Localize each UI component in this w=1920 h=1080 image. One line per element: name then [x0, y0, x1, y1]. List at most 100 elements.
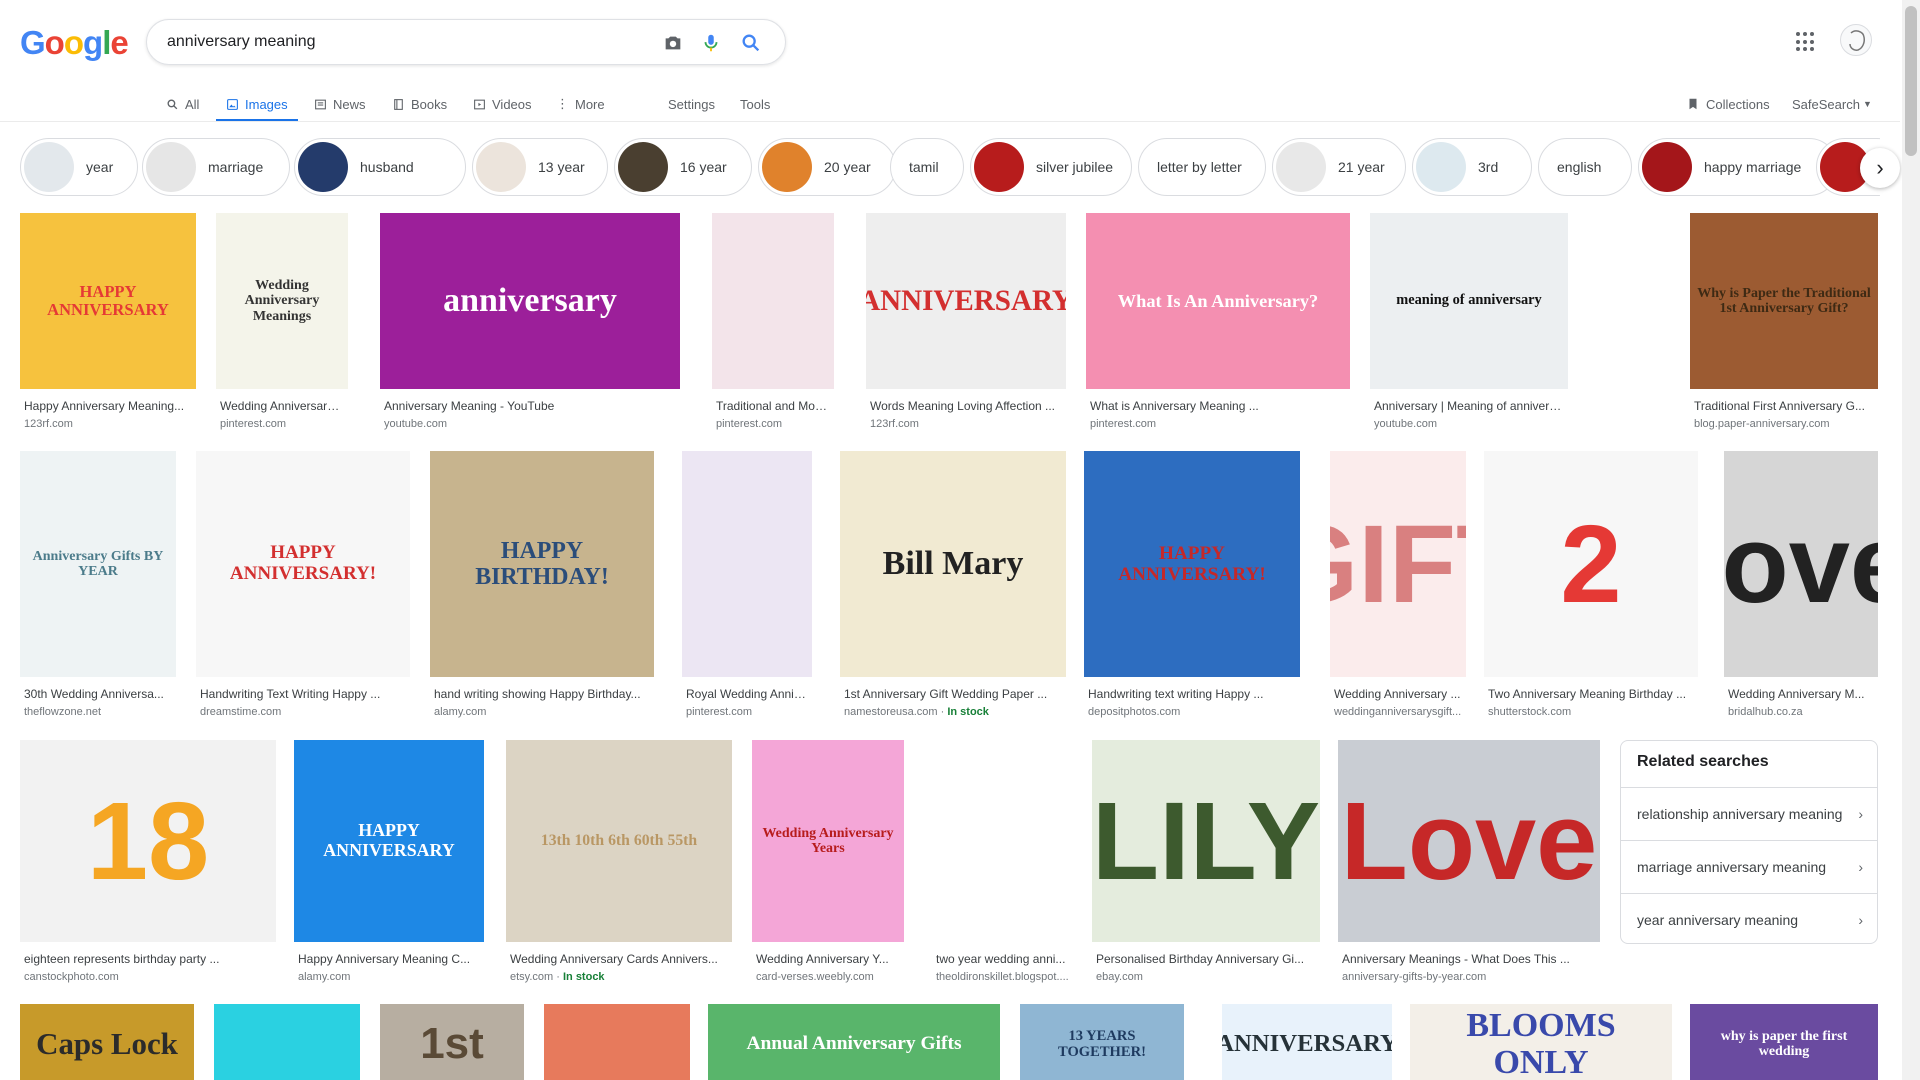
chip-label: year	[86, 159, 114, 175]
result-title[interactable]: What is Anniversary Meaning ...	[1090, 399, 1346, 413]
result-thumbnail[interactable]: Love	[1338, 740, 1600, 942]
result-title[interactable]: Traditional and Moder...	[716, 399, 830, 413]
chip[interactable]: letter by letter	[1138, 138, 1266, 196]
result-thumbnail[interactable]	[544, 1004, 690, 1080]
google-logo[interactable]: Google	[20, 24, 129, 62]
result-title[interactable]: Wedding Anniversary Cards Annivers...	[510, 952, 728, 966]
google-images-page: Google All Images News	[0, 0, 1920, 1080]
chip[interactable]: 13 year	[472, 138, 608, 196]
settings-link[interactable]: Settings	[668, 86, 715, 122]
chip[interactable]: english	[1538, 138, 1632, 196]
chip[interactable]: marriage	[142, 138, 290, 196]
chip[interactable]: 20 year	[758, 138, 896, 196]
result-title[interactable]: Happy Anniversary Meaning C...	[298, 952, 480, 966]
result-title[interactable]: hand writing showing Happy Birthday...	[434, 687, 650, 701]
search-input[interactable]	[167, 30, 627, 54]
search-icon	[167, 98, 178, 109]
collections-link[interactable]: Collections	[1686, 86, 1770, 122]
result-thumbnail[interactable]: anniversary	[380, 213, 680, 389]
result-thumbnail[interactable]: meaning of anniversary	[1370, 213, 1568, 389]
scrollbar-track[interactable]	[1902, 0, 1920, 1080]
tab-more[interactable]: ⋮ More	[556, 86, 605, 122]
result-thumbnail[interactable]: HAPPY BIRTHDAY!	[430, 451, 654, 677]
chip[interactable]: 16 year	[614, 138, 752, 196]
tab-books[interactable]: Books	[392, 86, 447, 122]
tab-images[interactable]: Images	[216, 86, 298, 122]
result-thumbnail[interactable]: 18	[20, 740, 276, 942]
microphone-icon[interactable]	[699, 31, 723, 55]
result-title[interactable]: Anniversary | Meaning of anniversary ...	[1374, 399, 1564, 413]
search-icon[interactable]	[739, 31, 763, 55]
result-thumbnail[interactable]: What Is An Anniversary?	[1086, 213, 1350, 389]
result-title[interactable]: eighteen represents birthday party ...	[24, 952, 272, 966]
result-title[interactable]: Wedding Anniversary Y...	[756, 952, 900, 966]
result-title[interactable]: Words Meaning Loving Affection ...	[870, 399, 1062, 413]
result-thumbnail[interactable]	[712, 213, 834, 389]
result-thumbnail[interactable]: HAPPY ANNIVERSARY!	[1084, 451, 1300, 677]
result-thumbnail[interactable]: ANNIVERSARY	[1222, 1004, 1392, 1080]
related-search-item[interactable]: year anniversary meaning ›	[1621, 893, 1877, 946]
chip[interactable]: husband	[294, 138, 466, 196]
camera-icon[interactable]	[661, 31, 685, 55]
result-thumbnail[interactable]: HAPPY ANNIVERSARY	[20, 213, 196, 389]
chip[interactable]: silver jubilee	[970, 138, 1132, 196]
result-title[interactable]: Handwriting text writing Happy ...	[1088, 687, 1296, 701]
result-title[interactable]: Handwriting Text Writing Happy ...	[200, 687, 406, 701]
result-title[interactable]: Traditional First Anniversary G...	[1694, 399, 1874, 413]
thumbnail-text: Why is Paper the Traditional 1st Anniver…	[1697, 285, 1871, 316]
result-title[interactable]: Two Anniversary Meaning Birthday ...	[1488, 687, 1694, 701]
result-thumbnail[interactable]: ANNIVERSARY	[866, 213, 1066, 389]
safesearch-dropdown[interactable]: SafeSearch ▼	[1792, 86, 1872, 122]
result-title[interactable]: Wedding Anniversary ...	[1334, 687, 1462, 701]
avatar[interactable]	[1840, 24, 1872, 56]
result-thumbnail[interactable]	[932, 740, 1072, 942]
result-title[interactable]: Royal Wedding Annive...	[686, 687, 808, 701]
result-thumbnail[interactable]: Annual Anniversary Gifts	[708, 1004, 1000, 1080]
scrollbar-thumb[interactable]	[1905, 6, 1917, 156]
result-thumbnail[interactable]: HAPPY ANNIVERSARY	[294, 740, 484, 942]
chevron-right-icon[interactable]: ›	[1860, 148, 1900, 188]
result-title[interactable]: Anniversary Meaning - YouTube	[384, 399, 676, 413]
result-thumbnail[interactable]: love	[1724, 451, 1878, 677]
tab-all[interactable]: All	[166, 86, 199, 122]
tab-videos[interactable]: Videos	[473, 86, 532, 122]
result-thumbnail[interactable]: Wedding Anniversary Meanings	[216, 213, 348, 389]
chip[interactable]: year	[20, 138, 138, 196]
result-thumbnail[interactable]: Caps Lock	[20, 1004, 194, 1080]
result-thumbnail[interactable]: Wedding Anniversary Years	[752, 740, 904, 942]
result-thumbnail[interactable]: why is paper the first wedding	[1690, 1004, 1878, 1080]
chip[interactable]: happy marriage	[1638, 138, 1838, 196]
result-thumbnail[interactable]: 13th 10th 6th 60th 55th	[506, 740, 732, 942]
tab-news[interactable]: News	[314, 86, 366, 122]
result-thumbnail[interactable]: BLOOMS ONLY	[1410, 1004, 1672, 1080]
result-thumbnail[interactable]: HAPPY ANNIVERSARY!	[196, 451, 410, 677]
result-thumbnail[interactable]: Anniversary Gifts BY YEAR	[20, 451, 176, 677]
result-thumbnail[interactable]: 2	[1484, 451, 1698, 677]
result-thumbnail[interactable]	[214, 1004, 360, 1080]
tools-link[interactable]: Tools	[740, 86, 770, 122]
result-title[interactable]: Wedding Anniversary ...	[220, 399, 344, 413]
chip[interactable]: 21 year	[1272, 138, 1406, 196]
result-thumbnail[interactable]: LILY	[1092, 740, 1320, 942]
chip[interactable]: tamil	[890, 138, 964, 196]
related-search-item[interactable]: marriage anniversary meaning ›	[1621, 840, 1877, 893]
result-title[interactable]: Wedding Anniversary M...	[1728, 687, 1874, 701]
result-title[interactable]: Anniversary Meanings - What Does This ..…	[1342, 952, 1596, 966]
chip[interactable]: 3rd	[1412, 138, 1532, 196]
result-source: namestoreusa.com · In stock	[844, 706, 989, 718]
result-thumbnail[interactable]: 13 YEARS TOGETHER!	[1020, 1004, 1184, 1080]
related-search-item[interactable]: relationship anniversary meaning ›	[1621, 787, 1877, 840]
result-title[interactable]: 30th Wedding Anniversa...	[24, 687, 172, 701]
apps-grid-icon[interactable]	[1796, 32, 1816, 52]
result-thumbnail[interactable]	[682, 451, 812, 677]
result-source: canstockphoto.com	[24, 971, 272, 983]
result-title[interactable]: Happy Anniversary Meaning...	[24, 399, 192, 413]
collections-label: Collections	[1706, 96, 1770, 112]
result-title[interactable]: Personalised Birthday Anniversary Gi...	[1096, 952, 1316, 966]
result-thumbnail[interactable]: 1st	[380, 1004, 524, 1080]
result-title[interactable]: 1st Anniversary Gift Wedding Paper ...	[844, 687, 1062, 701]
result-title[interactable]: two year wedding anni...	[936, 952, 1068, 966]
result-thumbnail[interactable]: GIFT	[1330, 451, 1466, 677]
result-thumbnail[interactable]: Why is Paper the Traditional 1st Anniver…	[1690, 213, 1878, 389]
result-thumbnail[interactable]: Bill Mary	[840, 451, 1066, 677]
